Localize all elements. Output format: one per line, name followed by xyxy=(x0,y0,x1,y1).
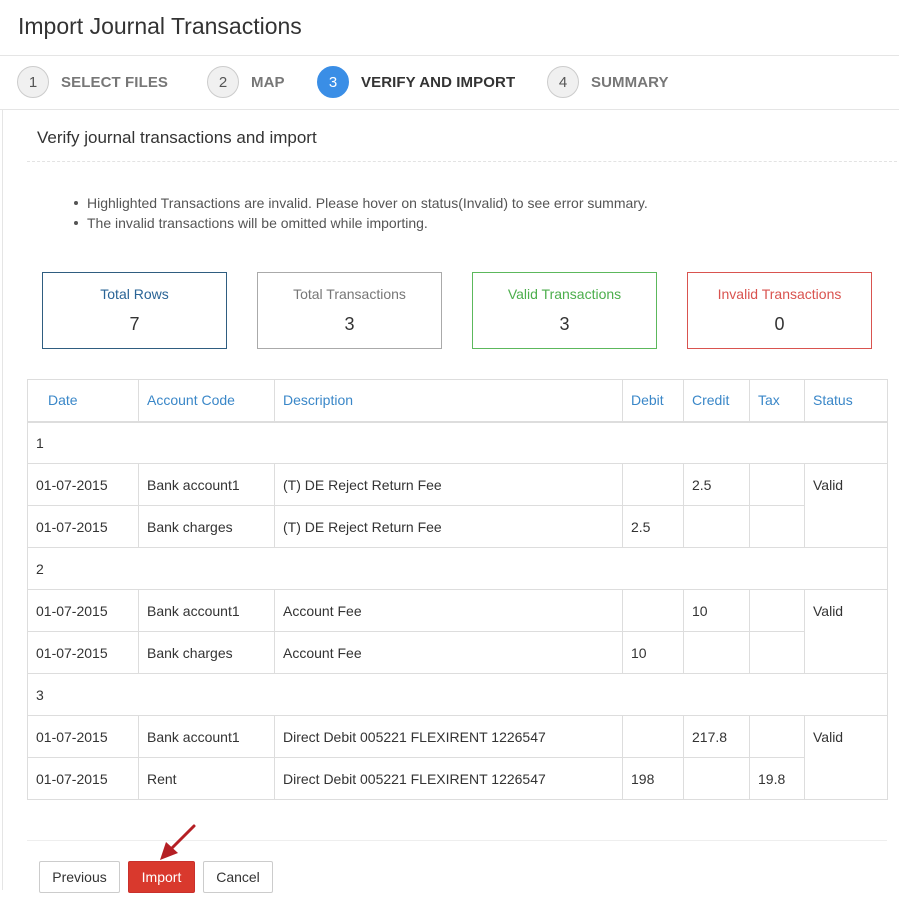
cell-account-code: Bank charges xyxy=(138,631,275,674)
step-number: 4 xyxy=(547,66,579,98)
cell-credit xyxy=(683,505,750,548)
step-number: 2 xyxy=(207,66,239,98)
stat-value: 3 xyxy=(344,314,355,334)
table-header-row: Date Account Code Description Debit Cred… xyxy=(27,379,888,423)
cell-description: (T) DE Reject Return Fee xyxy=(274,505,623,548)
previous-button[interactable]: Previous xyxy=(39,861,120,893)
cell-debit xyxy=(622,463,684,506)
transactions-table: Date Account Code Description Debit Cred… xyxy=(27,379,888,800)
cell-description: Account Fee xyxy=(274,589,623,632)
stat-invalid-transactions: Invalid Transactions 0 xyxy=(687,272,872,349)
cell-debit: 2.5 xyxy=(622,505,684,548)
note-item: Highlighted Transactions are invalid. Pl… xyxy=(71,193,648,213)
cell-description: Direct Debit 005221 FLEXIRENT 1226547 xyxy=(274,715,623,758)
step-number: 3 xyxy=(317,66,349,98)
left-divider xyxy=(2,110,3,890)
cell-status[interactable]: Valid xyxy=(804,463,888,548)
cell-status[interactable]: Valid xyxy=(804,589,888,674)
cell-description: (T) DE Reject Return Fee xyxy=(274,463,623,506)
cell-date: 01-07-2015 xyxy=(27,505,139,548)
step-label: VERIFY AND IMPORT xyxy=(361,73,516,91)
cell-tax xyxy=(749,505,805,548)
wizard-steps: 1 SELECT FILES 2 MAP 3 VERIFY AND IMPORT… xyxy=(0,56,899,110)
step-summary[interactable]: 4 SUMMARY xyxy=(547,66,669,98)
section-title: Verify journal transactions and import xyxy=(37,128,317,147)
cell-credit: 217.8 xyxy=(683,715,750,758)
cell-debit: 198 xyxy=(622,757,684,800)
cell-credit xyxy=(683,757,750,800)
stat-label: Invalid Transactions xyxy=(717,286,842,302)
cancel-button[interactable]: Cancel xyxy=(203,861,273,893)
column-header-tax[interactable]: Tax xyxy=(749,379,805,423)
step-verify-and-import[interactable]: 3 VERIFY AND IMPORT xyxy=(317,66,515,98)
cell-tax xyxy=(749,715,805,758)
cell-debit: 10 xyxy=(622,631,684,674)
column-header-status[interactable]: Status xyxy=(804,379,888,423)
cell-tax xyxy=(749,589,805,632)
cell-description: Account Fee xyxy=(274,631,623,674)
table-row: 01-07-2015 Bank account1 Account Fee 10 … xyxy=(27,589,888,674)
stat-value: 3 xyxy=(559,314,570,334)
cell-tax: 19.8 xyxy=(749,757,805,800)
group-row: 2 xyxy=(27,547,888,590)
step-label: MAP xyxy=(251,73,285,91)
cell-description: Direct Debit 005221 FLEXIRENT 1226547 xyxy=(274,757,623,800)
table-row: 01-07-2015 Bank account1 (T) DE Reject R… xyxy=(27,463,888,548)
cell-credit xyxy=(683,631,750,674)
table-row: 01-07-2015 Rent Direct Debit 005221 FLEX… xyxy=(27,757,888,800)
page-title: Import Journal Transactions xyxy=(18,13,302,39)
cell-date: 01-07-2015 xyxy=(27,631,139,674)
column-header-account-code[interactable]: Account Code xyxy=(138,379,275,423)
cell-account-code: Bank account1 xyxy=(138,463,275,506)
table-row: 01-07-2015 Bank charges Account Fee 10 xyxy=(27,631,888,674)
cell-credit: 2.5 xyxy=(683,463,750,506)
step-number: 1 xyxy=(17,66,49,98)
notes-list: Highlighted Transactions are invalid. Pl… xyxy=(71,193,648,233)
cell-tax xyxy=(749,631,805,674)
stat-label: Valid Transactions xyxy=(507,286,622,302)
stat-valid-transactions: Valid Transactions 3 xyxy=(472,272,657,349)
note-item: The invalid transactions will be omitted… xyxy=(71,213,648,233)
stat-label: Total Rows xyxy=(100,286,169,302)
cell-debit xyxy=(622,589,684,632)
column-header-date[interactable]: Date xyxy=(27,379,139,423)
group-number: 3 xyxy=(27,673,888,716)
column-header-credit[interactable]: Credit xyxy=(683,379,750,423)
group-number: 2 xyxy=(27,547,888,590)
table-row: 01-07-2015 Bank account1 Direct Debit 00… xyxy=(27,715,888,800)
step-select-files[interactable]: 1 SELECT FILES xyxy=(17,66,168,98)
group-number: 1 xyxy=(27,421,888,464)
page-header: Import Journal Transactions xyxy=(0,0,899,56)
group-row: 1 xyxy=(27,421,888,464)
step-map[interactable]: 2 MAP xyxy=(207,66,285,98)
cell-credit: 10 xyxy=(683,589,750,632)
cell-account-code: Bank account1 xyxy=(138,589,275,632)
step-label: SELECT FILES xyxy=(61,73,169,91)
stat-total-rows: Total Rows 7 xyxy=(42,272,227,349)
cell-debit xyxy=(622,715,684,758)
column-header-description[interactable]: Description xyxy=(274,379,623,423)
cell-status[interactable]: Valid xyxy=(804,715,888,800)
cell-date: 01-07-2015 xyxy=(27,589,139,632)
cell-account-code: Rent xyxy=(138,757,275,800)
cell-account-code: Bank charges xyxy=(138,505,275,548)
step-label: SUMMARY xyxy=(591,73,669,91)
table-row: 01-07-2015 Bank charges (T) DE Reject Re… xyxy=(27,505,888,548)
stat-total-transactions: Total Transactions 3 xyxy=(257,272,442,349)
cell-date: 01-07-2015 xyxy=(27,715,139,758)
stat-value: 7 xyxy=(129,314,140,334)
column-header-debit[interactable]: Debit xyxy=(622,379,684,423)
section-divider xyxy=(27,161,897,162)
cell-date: 01-07-2015 xyxy=(27,463,139,506)
cell-account-code: Bank account1 xyxy=(138,715,275,758)
group-row: 3 xyxy=(27,673,888,716)
cell-tax xyxy=(749,463,805,506)
stat-value: 0 xyxy=(774,314,785,334)
pointer-arrow-icon xyxy=(160,824,196,860)
cell-date: 01-07-2015 xyxy=(27,757,139,800)
stat-label: Total Transactions xyxy=(293,286,406,302)
